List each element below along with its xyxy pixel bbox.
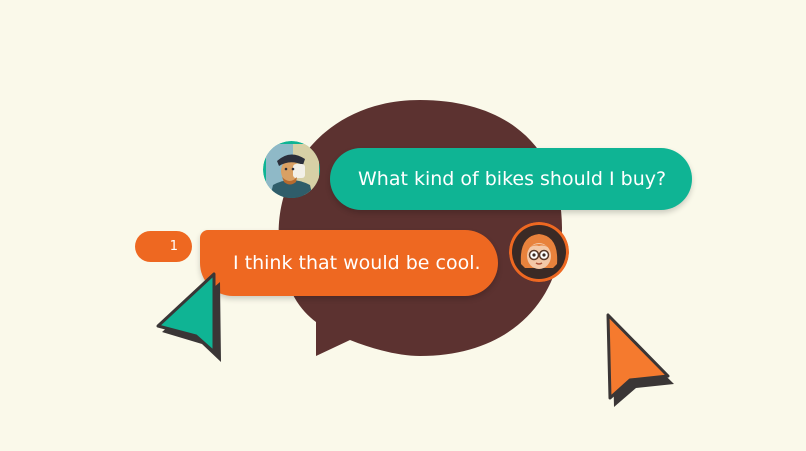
cursor-pointer-green-icon (156, 272, 221, 362)
avatar-girl (509, 222, 569, 282)
message-bubble-reply: I think that would be cool. (200, 230, 498, 296)
unread-count-badge: 1 (135, 231, 192, 262)
message-text: I think that would be cool. (233, 252, 481, 274)
cursor-pointer-orange-icon (606, 313, 674, 407)
unread-count: 1 (169, 239, 178, 254)
chat-illustration: 1 What kind of bikes should I buy? I thi… (0, 0, 806, 451)
speech-bubble-background (278, 100, 562, 356)
message-bubble-question: What kind of bikes should I buy? (330, 148, 692, 210)
message-text: What kind of bikes should I buy? (358, 168, 667, 190)
avatar-van-gogh (263, 141, 320, 198)
